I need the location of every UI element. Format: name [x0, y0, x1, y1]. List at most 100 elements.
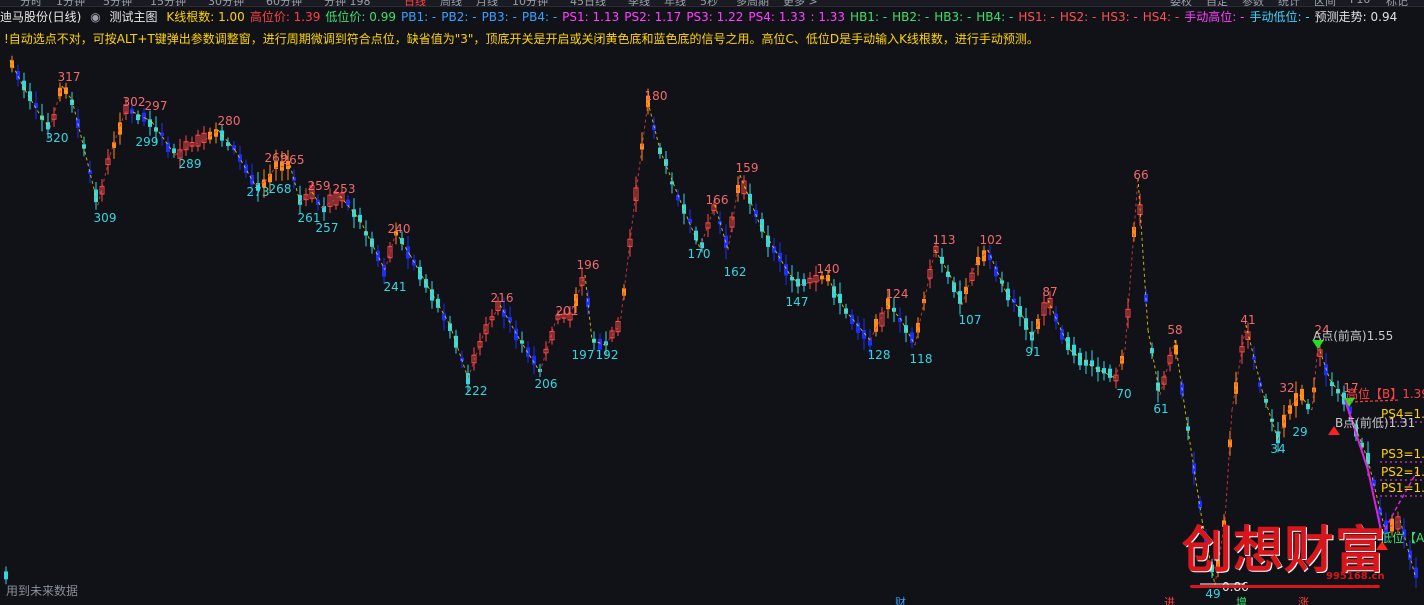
pivot-low-label: 29: [1292, 425, 1307, 439]
ps3-label: PS3=1.22: [1381, 447, 1424, 461]
zigzag-segment: [1311, 344, 1319, 411]
zigzag-segment: [311, 191, 323, 209]
candle-body: [130, 108, 134, 114]
pivot-low-label: 147: [786, 295, 809, 309]
candle-body: [1366, 452, 1370, 465]
candle-body: [940, 256, 944, 264]
pivot-high-label: 240: [388, 222, 411, 236]
zigzag-segment: [1137, 177, 1149, 331]
pivot-high-label: 216: [491, 291, 514, 305]
zigzag-segment: [24, 89, 43, 119]
pivot-low-label: 170: [688, 247, 711, 261]
pivot-high-label: 297: [145, 99, 168, 113]
zigzag-segment: [1124, 177, 1139, 351]
pivot-low-label: 309: [94, 211, 117, 225]
pivot-low-label: 107: [959, 313, 982, 327]
candle-body: [982, 250, 986, 262]
ps4-label: PS4=1.33: [1381, 407, 1424, 421]
candle-body: [838, 293, 842, 304]
candle-body: [796, 278, 800, 287]
ps1-label: PS1=1.13: [1381, 481, 1424, 495]
zigzag-segment: [97, 154, 111, 206]
zigzag-segment: [869, 304, 889, 341]
zigzag-segment: [49, 85, 63, 129]
pivot-low-label: 197: [572, 348, 595, 362]
zigzag-segment: [584, 274, 593, 341]
pivot-high-label: 66: [1133, 168, 1148, 182]
candle-body: [514, 328, 518, 341]
candle-body: [832, 286, 836, 298]
high-position-label: 高位【B】1.39: [1346, 386, 1424, 401]
zigzag-segment: [827, 277, 846, 311]
pivot-high-label: 58: [1167, 323, 1182, 337]
zigzag-segment: [739, 174, 761, 226]
pivot-high-label: 253: [333, 182, 356, 196]
candle-body: [406, 246, 410, 259]
zigzag-segment: [539, 319, 557, 373]
pivot-high-label: 302: [123, 95, 146, 109]
candle-body: [1330, 382, 1334, 387]
candle-body: [784, 264, 788, 276]
candle-body: [1018, 306, 1022, 317]
pivot-high-label: 140: [817, 262, 840, 276]
signal-mark: 进: [1164, 596, 1175, 605]
zigzag-segment: [914, 249, 936, 346]
pivot-low-label: 222: [465, 384, 488, 398]
pivot-high-label: 159: [736, 161, 759, 175]
zigzag-segment: [679, 199, 701, 249]
candle-body: [532, 355, 536, 365]
zigzag-segment: [429, 289, 451, 326]
zigzag-segment: [1261, 389, 1279, 441]
pivot-high-label: 102: [980, 233, 1003, 247]
zigzag-segment: [634, 101, 649, 201]
candle-body: [790, 277, 794, 281]
candle-body: [688, 218, 692, 224]
zigzag-segment: [384, 231, 397, 271]
pivot-high-label: 124: [886, 287, 909, 301]
candle-body: [1000, 280, 1004, 284]
candle-body: [220, 130, 224, 141]
zigzag-segment: [1224, 409, 1233, 521]
zigzag-segment: [1231, 324, 1247, 411]
pivot-low-label: 257: [316, 221, 339, 235]
signal-mark: 涨: [1298, 596, 1309, 605]
low-position-label: 低位【A】: [1380, 530, 1424, 545]
pivot-high-label: 259: [308, 179, 331, 193]
pivot-low-label: 299: [136, 135, 159, 149]
pivot-low-label: 162: [724, 265, 747, 279]
candles: [4, 55, 1418, 588]
candle-body: [1096, 366, 1100, 373]
pivot-low-label: 192: [596, 348, 619, 362]
pivot-low-label: 268: [269, 182, 292, 196]
candle-body: [148, 119, 152, 127]
zigzag-segment: [289, 164, 301, 203]
pivot-low-label: 118: [910, 352, 933, 366]
candle-body: [448, 323, 452, 331]
candle-body: [508, 317, 512, 322]
footer-warning: 用到未来数据: [6, 584, 79, 598]
candle-body: [874, 318, 878, 332]
zigzag-segment: [519, 339, 541, 373]
candle-body: [1300, 388, 1304, 401]
pivot-low-label: 49: [1205, 587, 1220, 601]
candle-body: [1006, 288, 1010, 301]
pivot-high-label: 180: [645, 89, 668, 103]
chart-window: 分时 1分钟 5分钟 15分钟 30分钟 60分钟 分钟 198 日线 周线 月线 10分钟 45日线…: [0, 0, 1424, 605]
pivot-low-label: 61: [1153, 402, 1168, 416]
pivot-low-label: 206: [535, 377, 558, 391]
zigzag-segment: [449, 324, 469, 379]
candle-body: [778, 252, 782, 262]
pivot-low-label: 70: [1116, 387, 1131, 401]
candle-body: [370, 238, 374, 247]
signal-mark: 财: [895, 596, 906, 605]
pivot-high-label: 317: [58, 70, 81, 84]
candle-body: [1066, 337, 1070, 350]
pivot-high-label: 32: [1279, 381, 1294, 395]
pivot-high-label: 196: [577, 258, 600, 272]
zigzag-segment: [659, 149, 681, 201]
zigzag-segment: [647, 101, 661, 151]
pivot-low-label: 289: [179, 157, 202, 171]
candle-body: [772, 246, 776, 253]
candle-body: [1258, 382, 1262, 388]
candle-body: [4, 571, 8, 580]
